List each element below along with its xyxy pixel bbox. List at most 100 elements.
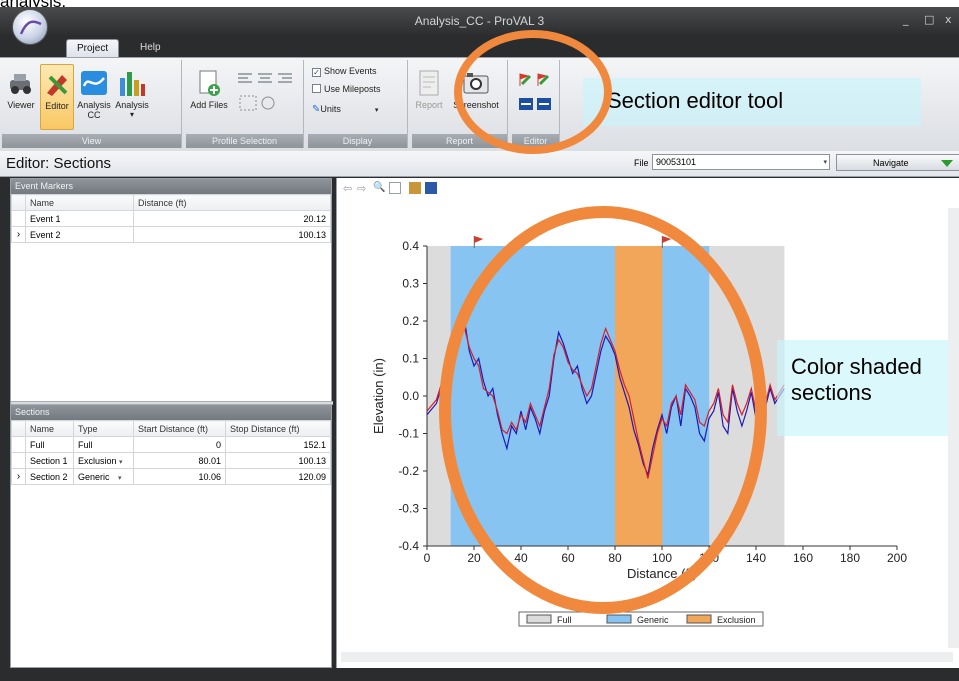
event-distance-cell[interactable]: 100.13 bbox=[133, 226, 331, 243]
section-name-cell[interactable]: Section 2 bbox=[25, 468, 74, 485]
section-editor-tools-icon[interactable] bbox=[516, 70, 556, 120]
x-tick-label: 160 bbox=[793, 551, 813, 565]
align-tools-icon[interactable] bbox=[236, 70, 300, 114]
analysis-bars-icon bbox=[120, 72, 145, 96]
profile-selection-group-label: Profile Selection bbox=[186, 134, 303, 148]
y-tick-label: -0.2 bbox=[398, 464, 419, 478]
color-shaded-callout: Color shaded sections bbox=[777, 340, 959, 436]
maximize-button[interactable]: □ bbox=[924, 13, 934, 26]
back-arrow-icon[interactable]: ⇦ bbox=[343, 182, 355, 195]
section-name-cell[interactable]: Section 1 bbox=[25, 452, 74, 469]
section-stop-cell[interactable]: 152.1 bbox=[225, 436, 331, 453]
table-row[interactable]: › Event 2 100.13 bbox=[11, 226, 331, 243]
ribbon-group-editor: Editor bbox=[512, 60, 560, 148]
row-selected-arrow-icon[interactable]: › bbox=[11, 468, 26, 485]
x-tick-label: 80 bbox=[608, 551, 622, 565]
column-header[interactable]: Distance (ft) bbox=[133, 194, 331, 211]
y-tick-label: -0.4 bbox=[398, 539, 419, 553]
callout-line-1: Color shaded bbox=[791, 354, 922, 379]
section-stop-cell[interactable]: 120.09 bbox=[225, 468, 331, 485]
report-group-label: Report bbox=[412, 134, 507, 148]
table-header-row: Name Type Start Distance (ft) Stop Dista… bbox=[11, 420, 331, 437]
editor-button[interactable]: Editor bbox=[40, 64, 74, 130]
close-button[interactable]: x bbox=[945, 13, 952, 26]
section-type-dropdown[interactable]: Generic ▾ bbox=[73, 468, 134, 485]
ribbon-group-profile-selection: Add Files Profile Selection bbox=[186, 60, 304, 148]
row-selector[interactable] bbox=[11, 436, 26, 453]
section-start-cell[interactable]: 80.01 bbox=[133, 452, 226, 469]
x-tick-label: 180 bbox=[840, 551, 860, 565]
y-tick-label: 0.4 bbox=[402, 239, 419, 253]
window-title: Analysis_CC - ProVAL 3 bbox=[414, 14, 545, 28]
status-bar bbox=[0, 668, 959, 681]
section-start-cell[interactable]: 10.06 bbox=[133, 468, 226, 485]
view-group-label: View bbox=[2, 134, 181, 148]
column-header[interactable]: Name bbox=[25, 194, 134, 211]
section-stop-cell[interactable]: 100.13 bbox=[225, 452, 331, 469]
analysis-button[interactable]: Analysis ▾ bbox=[114, 64, 150, 130]
display-group-label: Display bbox=[308, 134, 407, 148]
event-name-cell[interactable]: Event 2 bbox=[25, 226, 134, 243]
minimize-button[interactable]: _ bbox=[903, 13, 909, 26]
units-dropdown-icon: ▾ bbox=[374, 107, 379, 114]
column-header[interactable]: Name bbox=[25, 420, 74, 437]
section-type-cell[interactable]: Full bbox=[73, 436, 134, 453]
table-row[interactable]: Full Full 0 152.1 bbox=[11, 436, 331, 453]
editor-group-label: Editor bbox=[512, 134, 559, 148]
section-type-dropdown[interactable]: Exclusion ▾ bbox=[73, 452, 134, 469]
screenshot-frame: analysis. Analysis_CC - ProVAL 3 _ □ x P… bbox=[0, 0, 959, 681]
tab-help[interactable]: Help bbox=[130, 39, 171, 57]
viewer-button[interactable]: Viewer bbox=[4, 64, 38, 130]
editor-bar: Editor: Sections File 90053101 ▾ Navigat… bbox=[0, 151, 959, 177]
x-tick-label: 20 bbox=[467, 551, 481, 565]
report-button[interactable]: Report bbox=[414, 64, 444, 130]
ribbon-tab-row: Project Help bbox=[0, 37, 959, 57]
y-axis-label: Elevation (in) bbox=[371, 358, 386, 434]
sections-table: Name Type Start Distance (ft) Stop Dista… bbox=[11, 420, 331, 485]
use-mileposts-checkbox[interactable]: Use Mileposts bbox=[312, 84, 381, 94]
section-editor-callout: Section editor tool bbox=[583, 78, 921, 126]
navigate-arrow-icon bbox=[941, 160, 953, 167]
legend-swatch-full bbox=[526, 614, 552, 624]
row-selector[interactable] bbox=[11, 210, 26, 227]
table-header-row: Name Distance (ft) bbox=[11, 194, 331, 211]
analysis-cc-button[interactable]: Analysis CC bbox=[76, 64, 112, 130]
column-header[interactable]: Stop Distance (ft) bbox=[225, 420, 331, 437]
zoom-icon[interactable]: 🔍 bbox=[373, 182, 385, 194]
file-select[interactable]: 90053101 ▾ bbox=[652, 154, 830, 170]
application-menu-button[interactable] bbox=[12, 9, 48, 45]
zoom-box-icon[interactable] bbox=[389, 182, 401, 194]
editor-label: Editor bbox=[45, 101, 69, 111]
show-events-checkbox[interactable]: ✓ Show Events bbox=[312, 66, 377, 77]
section-name-cell[interactable]: Full bbox=[25, 436, 74, 453]
save-icon[interactable] bbox=[425, 182, 437, 194]
add-files-button[interactable]: Add Files bbox=[188, 64, 230, 130]
vertical-scrollbar[interactable] bbox=[948, 208, 959, 648]
section-start-cell[interactable]: 0 bbox=[133, 436, 226, 453]
screenshot-button[interactable]: Screenshot bbox=[448, 64, 504, 130]
copy-icon[interactable] bbox=[409, 182, 421, 194]
add-files-icon bbox=[199, 70, 220, 96]
event-distance-cell[interactable]: 20.12 bbox=[133, 210, 331, 227]
column-header[interactable]: Start Distance (ft) bbox=[133, 420, 226, 437]
table-row[interactable]: Event 1 20.12 bbox=[11, 210, 331, 227]
analysis-dropdown-icon: ▾ bbox=[129, 110, 134, 119]
table-row[interactable]: › Section 2 Generic ▾ 10.06 120.09 bbox=[11, 468, 331, 485]
event-name-cell[interactable]: Event 1 bbox=[25, 210, 134, 227]
horizontal-scrollbar[interactable] bbox=[341, 652, 953, 662]
x-tick-label: 0 bbox=[424, 551, 431, 565]
navigate-button[interactable]: Navigate bbox=[836, 154, 959, 171]
row-selector[interactable] bbox=[11, 452, 26, 469]
viewer-icon bbox=[10, 74, 31, 94]
app-logo-icon bbox=[19, 20, 42, 35]
show-events-check-icon: ✓ bbox=[312, 68, 321, 77]
units-button[interactable]: ✎Units ▾ bbox=[312, 104, 378, 115]
table-row[interactable]: Section 1 Exclusion ▾ 80.01 100.13 bbox=[11, 452, 331, 469]
tab-project[interactable]: Project bbox=[66, 39, 120, 57]
pane-splitter[interactable] bbox=[11, 401, 333, 405]
forward-arrow-icon[interactable]: ⇨ bbox=[357, 182, 369, 195]
chart-pane: ⇦ ⇨ 🔍 0 20 40 60 80 100 120 140 160 180 200 0.4 0.3 0… bbox=[336, 178, 959, 668]
row-selected-arrow-icon[interactable]: › bbox=[11, 226, 26, 243]
legend-label: Full bbox=[557, 615, 572, 625]
column-header[interactable]: Type bbox=[73, 420, 134, 437]
